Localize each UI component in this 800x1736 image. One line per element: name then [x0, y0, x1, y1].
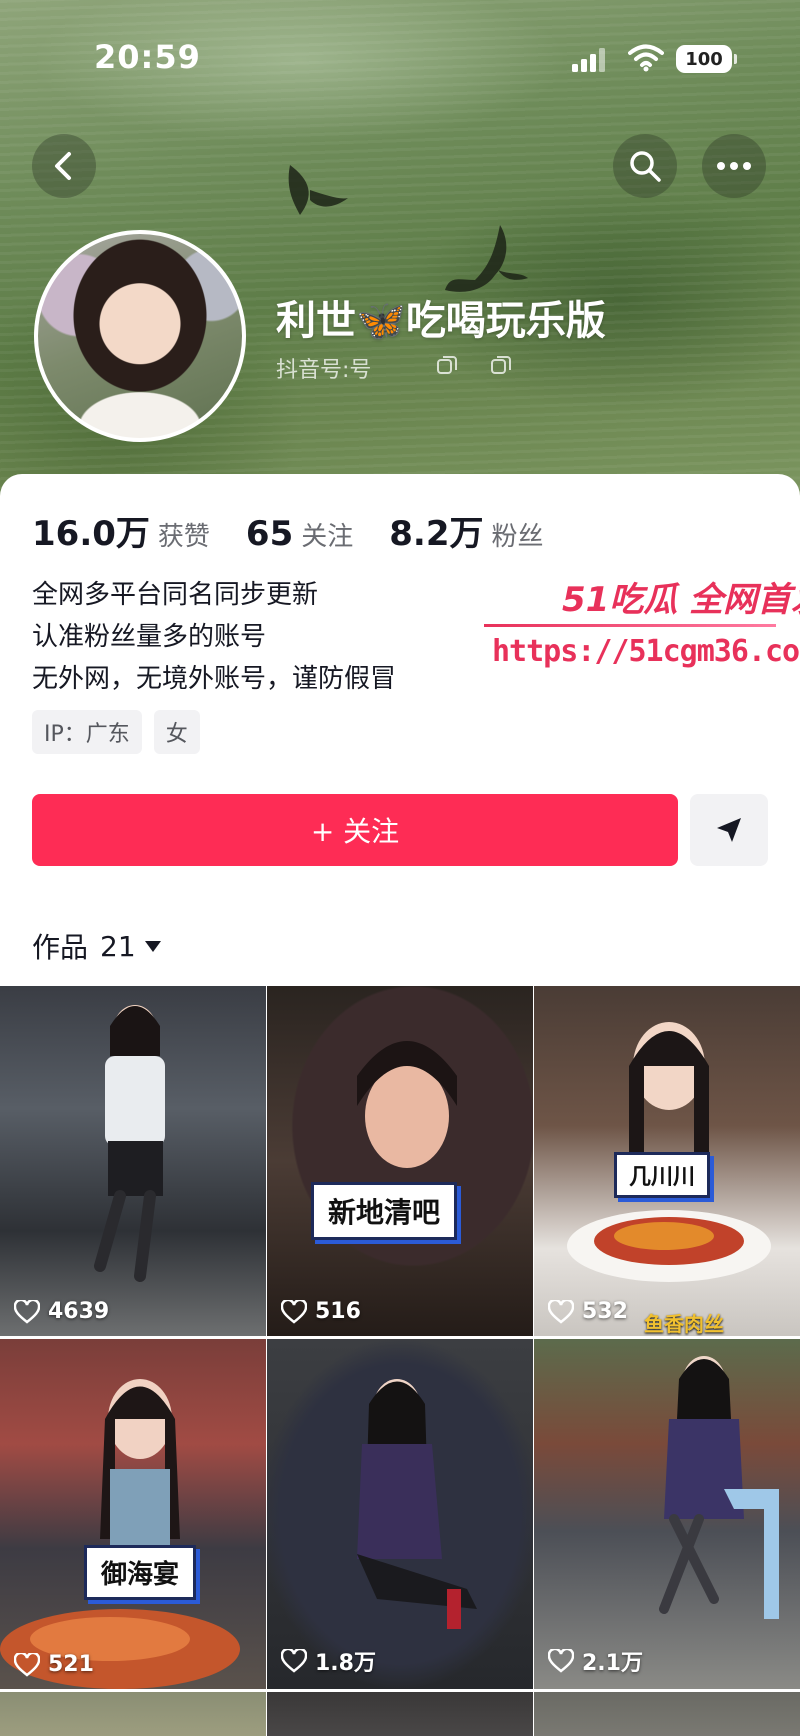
video-likes: 532 [548, 1299, 628, 1324]
video-likes: 1.8万 [281, 1645, 376, 1677]
watermark: 51吃瓜 全网首发 https://51cgm36.com [484, 572, 800, 690]
heart-icon [548, 1649, 574, 1673]
profile-name-prefix: 利世 [276, 298, 356, 344]
video-caption: 新地清吧 [311, 1182, 458, 1240]
profile-stats: 16.0万 获赞 65 关注 8.2万 粉丝 [32, 506, 580, 555]
video-thumbnail[interactable] [534, 1692, 800, 1736]
share-button[interactable] [690, 794, 768, 866]
heart-icon [281, 1299, 307, 1324]
person-figure [94, 1005, 165, 1282]
video-caption: 几川川 [614, 1152, 711, 1198]
watermark-url: https://51cgm36.com [492, 634, 800, 669]
profile-card: 16.0万 获赞 65 关注 8.2万 粉丝 全网多平台同名同步更新 认准粉丝量… [0, 474, 800, 1736]
bio-line: 认准粉丝量多的账号 [32, 622, 267, 652]
gender-tag: 女 [153, 710, 200, 754]
video-likes-count: 2.1万 [582, 1651, 643, 1676]
heart-icon [14, 1652, 40, 1677]
heart-icon [14, 1299, 40, 1324]
person-figure [357, 1041, 457, 1168]
avatar[interactable] [34, 230, 246, 442]
likes-count: 16.0万 [32, 514, 150, 554]
video-thumbnail[interactable]: 4639 [0, 986, 266, 1336]
person-figure [629, 1022, 709, 1156]
following-count[interactable]: 65 [246, 514, 293, 554]
status-bar: 20:59 100 [0, 0, 800, 110]
video-likes-count: 532 [582, 1299, 628, 1324]
video-thumbnail[interactable]: 1.8万 [267, 1339, 533, 1689]
video-grid: 4639 新地清吧 516 几川川 鱼香肉丝 532 御海宴 521 1.8万 … [0, 986, 800, 1736]
video-likes-count: 4639 [48, 1299, 110, 1324]
video-likes: 516 [281, 1299, 361, 1324]
person-figure [100, 1379, 180, 1549]
bio-line: 全网多平台同名同步更新 [32, 580, 319, 610]
follow-button[interactable]: + 关注 [32, 794, 678, 866]
video-thumbnail[interactable]: 御海宴 521 [0, 1339, 266, 1689]
video-thumbnail[interactable]: 新地清吧 516 [267, 986, 533, 1336]
video-likes: 521 [14, 1652, 94, 1677]
copy-icon[interactable] [490, 354, 512, 376]
send-icon [717, 818, 741, 842]
works-tab-label: 作品 [32, 931, 89, 964]
video-thumbnail[interactable] [0, 1692, 266, 1736]
profile-bio: 全网多平台同名同步更新 认准粉丝量多的账号 无外网，无境外账号，谨防假冒 [32, 574, 396, 700]
video-thumbnail[interactable]: 2.1万 [534, 1339, 800, 1689]
video-likes-count: 1.8万 [315, 1651, 376, 1676]
works-count: 21 [100, 929, 136, 963]
person-figure [659, 1356, 779, 1619]
followers-label[interactable]: 粉丝 [491, 516, 543, 553]
back-button[interactable] [32, 134, 96, 198]
following-label[interactable]: 关注 [301, 516, 353, 553]
butterfly-emoji: 🦋 [356, 298, 406, 344]
dropdown-triangle-icon [144, 941, 161, 952]
video-likes-count: 521 [48, 1652, 94, 1677]
more-options-button[interactable] [702, 134, 766, 198]
video-likes-count: 516 [315, 1299, 361, 1324]
battery-indicator: 100 [676, 45, 737, 73]
profile-name: 利世🦋吃喝玩乐版 [276, 288, 606, 346]
video-likes: 4639 [14, 1299, 109, 1324]
status-time: 20:59 [94, 38, 201, 76]
butterfly-decoration [288, 165, 348, 215]
copy-icon[interactable] [436, 354, 458, 376]
video-thumbnail[interactable]: 几川川 鱼香肉丝 532 [534, 986, 800, 1336]
video-likes: 2.1万 [548, 1645, 643, 1677]
followers-count[interactable]: 8.2万 [389, 506, 483, 555]
ip-location-tag: IP：广东 [32, 710, 142, 754]
tab-works[interactable]: 作品 21 [32, 926, 162, 966]
person-figure [357, 1379, 477, 1629]
search-icon [630, 151, 661, 182]
video-thumbnail[interactable] [267, 1692, 533, 1736]
watermark-underline [484, 624, 776, 627]
heart-icon [548, 1299, 574, 1324]
douyin-id: 抖音号:号 [276, 358, 372, 383]
watermark-title: 51吃瓜 全网首发 [562, 580, 800, 620]
video-caption: 御海宴 [84, 1545, 197, 1600]
search-button[interactable] [613, 134, 677, 198]
wifi-icon [628, 44, 664, 72]
food-plate [567, 1210, 771, 1282]
heart-icon [281, 1649, 307, 1673]
bio-line: 无外网，无境外账号，谨防假冒 [32, 664, 397, 694]
likes-label: 获赞 [157, 522, 210, 552]
more-dots-icon [717, 162, 751, 170]
video-subcaption: 鱼香肉丝 [644, 1312, 724, 1336]
chevron-left-icon [55, 152, 71, 180]
cellular-signal-icon [572, 48, 605, 72]
profile-name-suffix: 吃喝玩乐版 [405, 298, 606, 344]
profile-tags: IP：广东 女 [32, 710, 200, 754]
